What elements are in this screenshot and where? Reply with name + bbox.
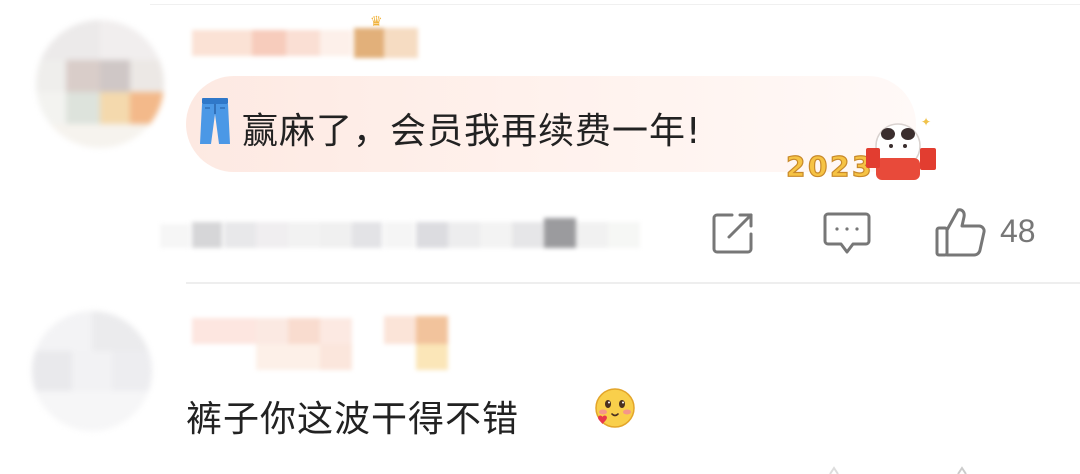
jeans-emoji-icon <box>200 98 230 144</box>
username[interactable] <box>192 26 422 60</box>
avatar[interactable] <box>32 311 152 431</box>
share-icon[interactable] <box>710 210 756 256</box>
svg-text:0: 0 <box>808 150 827 183</box>
comment-meta <box>160 216 640 252</box>
comment-icon[interactable] <box>822 210 872 258</box>
like-count: 48 <box>1000 213 1036 249</box>
thumbs-up-icon[interactable] <box>934 206 988 258</box>
blushing-face-emoji-icon <box>595 388 635 428</box>
svg-text:2: 2 <box>830 150 849 183</box>
comment-text: 赢麻了，会员我再续费一年! <box>242 111 702 152</box>
comment-item <box>0 284 1080 474</box>
svg-text:2: 2 <box>786 150 805 183</box>
username[interactable] <box>192 312 482 372</box>
2023-panda-sticker-icon: 2023 ✦ <box>785 115 936 184</box>
comment-text: 裤子你这波干得不错 <box>186 399 520 440</box>
partial-icons <box>829 466 967 474</box>
avatar[interactable] <box>36 20 164 148</box>
svg-text:✦: ✦ <box>921 115 931 129</box>
vip-crown-icon: ♛ <box>370 14 383 30</box>
